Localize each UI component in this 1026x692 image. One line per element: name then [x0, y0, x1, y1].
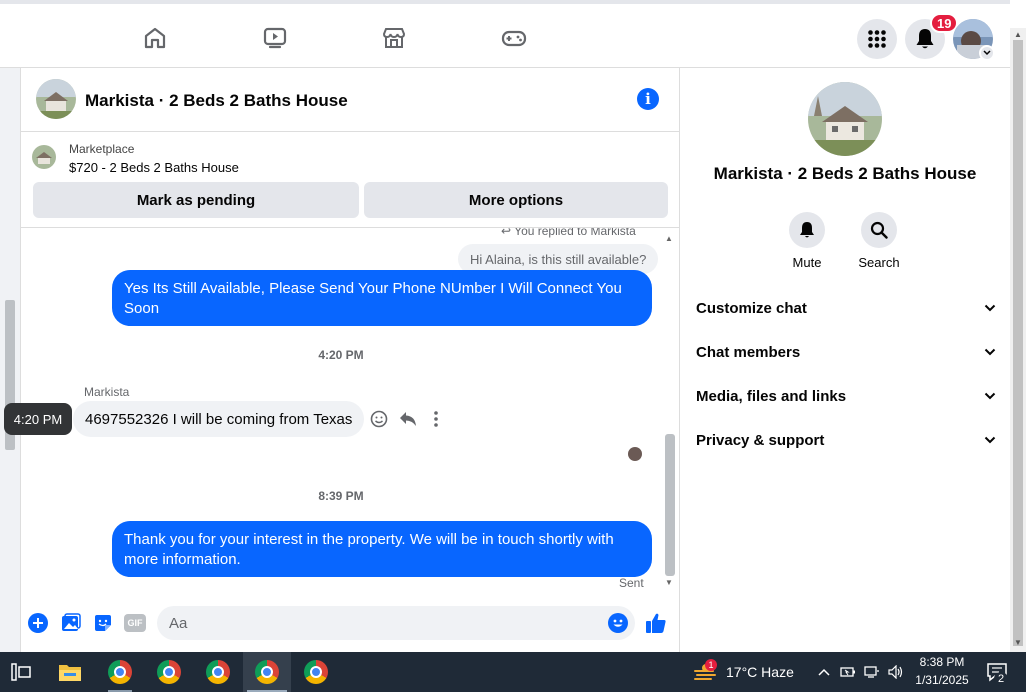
received-message[interactable]: 4697552326 I will be coming from Texas [73, 401, 365, 437]
sender-name: Markista [84, 385, 130, 399]
react-icon[interactable] [369, 409, 389, 429]
bell-icon [916, 29, 934, 49]
chat-scroll-thumb[interactable] [665, 434, 675, 576]
page-scroll-thumb[interactable] [1013, 40, 1023, 646]
scroll-up-arrow-icon[interactable]: ▲ [665, 234, 673, 243]
grid-icon [868, 30, 886, 48]
more-vertical-icon[interactable] [426, 409, 446, 429]
battery-icon[interactable] [838, 659, 858, 685]
task-view-icon[interactable] [8, 659, 34, 685]
info-icon[interactable]: i [637, 88, 659, 110]
chrome-profile-icon-3[interactable] [303, 659, 329, 685]
chrome-active-icon[interactable] [254, 659, 280, 685]
gaming-icon[interactable] [500, 24, 528, 52]
top-navigation: 19 [0, 0, 1010, 68]
replied-note-text: You replied to Markista [514, 228, 636, 238]
media-files-links-label: Media, files and links [696, 387, 847, 405]
mute-button[interactable] [789, 212, 825, 248]
chevron-up-icon[interactable] [813, 659, 835, 685]
search-action[interactable]: Search [849, 212, 909, 270]
windows-taskbar: 1 17°C Haze 8:38 PM 1/31/2025 2 [0, 652, 1026, 692]
message-list: ↩ You replied to Markista Hi Alaina, is … [21, 228, 679, 592]
account-chevron-icon[interactable] [979, 45, 995, 61]
left-sidebar-edge [0, 68, 20, 652]
plus-icon[interactable] [27, 612, 49, 634]
message-input-placeholder: Aa [169, 615, 188, 632]
browser-divider [0, 0, 1010, 4]
replied-note: ↩ You replied to Markista [501, 228, 636, 238]
listing-price-title[interactable]: $720 - 2 Beds 2 Baths House [69, 160, 239, 175]
video-icon[interactable] [261, 24, 289, 52]
chrome-icon[interactable] [107, 659, 133, 685]
notification-count: 2 [994, 672, 1008, 686]
mute-label: Mute [792, 255, 822, 270]
photo-icon[interactable] [60, 612, 82, 634]
search-label: Search [858, 255, 900, 270]
gif-icon[interactable]: GIF [123, 612, 147, 634]
sent-message-1[interactable]: Yes Its Still Available, Please Send You… [112, 270, 652, 326]
conversation-details-panel: Markista · 2 Beds 2 Baths House Mute Sea… [680, 68, 1010, 652]
chat-scrollbar[interactable]: ▲ ▼ [663, 234, 677, 590]
customize-chat-label: Customize chat [696, 299, 807, 317]
message-composer: GIF Aa [21, 602, 679, 642]
chevron-down-icon [984, 348, 996, 356]
mute-action[interactable]: Mute [777, 212, 837, 270]
chevron-down-icon [984, 436, 996, 444]
mark-as-pending-button[interactable]: Mark as pending [33, 182, 359, 218]
details-avatar[interactable] [808, 82, 882, 156]
chevron-down-icon [984, 304, 996, 312]
chrome-profile-icon[interactable] [156, 659, 182, 685]
marketplace-listing-bar: Marketplace $720 - 2 Beds 2 Baths House … [21, 132, 679, 228]
gif-label: GIF [124, 614, 146, 632]
weather-alert-badge: 1 [705, 659, 717, 671]
page-scroll-down-icon[interactable]: ▼ [1014, 638, 1022, 647]
privacy-support-label: Privacy & support [696, 431, 825, 449]
page-scroll-up-icon[interactable]: ▲ [1014, 30, 1022, 39]
scrollbar-top-corner [1010, 0, 1026, 28]
chevron-down-icon [984, 392, 996, 400]
clock-date[interactable]: 1/31/2025 [910, 673, 974, 687]
privacy-support-row[interactable]: Privacy & support [696, 425, 996, 455]
search-icon [870, 221, 888, 239]
search-button[interactable] [861, 212, 897, 248]
network-icon[interactable] [862, 659, 882, 685]
chat-members-row[interactable]: Chat members [696, 337, 996, 367]
message-input[interactable]: Aa [157, 606, 635, 640]
more-options-button[interactable]: More options [364, 182, 668, 218]
file-explorer-icon[interactable] [57, 659, 83, 685]
sticker-icon[interactable] [92, 612, 114, 634]
reply-icon[interactable] [398, 409, 418, 429]
chat-title[interactable]: Markista · 2 Beds 2 Baths House [85, 91, 348, 111]
read-receipt-avatar [628, 447, 642, 461]
timestamp-1: 4:20 PM [318, 348, 364, 362]
menu-grid-button[interactable] [857, 19, 897, 59]
chrome-profile-icon-2[interactable] [205, 659, 231, 685]
sent-message-2[interactable]: Thank you for your interest in the prope… [112, 521, 652, 577]
marketplace-icon[interactable] [380, 24, 408, 52]
bell-mute-icon [800, 222, 814, 238]
chat-members-label: Chat members [696, 343, 801, 361]
weather-text[interactable]: 17°C Haze [726, 664, 794, 680]
volume-icon[interactable] [886, 659, 906, 685]
emoji-icon[interactable] [607, 612, 629, 634]
scroll-down-arrow-icon[interactable]: ▼ [665, 578, 673, 587]
like-thumb-icon[interactable] [645, 612, 667, 634]
details-title: Markista · 2 Beds 2 Baths House [713, 164, 977, 183]
home-icon[interactable] [141, 24, 169, 52]
page-scrollbar[interactable]: ▲ ▼ [1010, 28, 1026, 652]
clock-time[interactable]: 8:38 PM [910, 655, 974, 669]
listing-thumbnail[interactable] [32, 145, 56, 169]
marketplace-label: Marketplace [69, 142, 135, 156]
timestamp-2: 8:39 PM [318, 489, 364, 503]
customize-chat-row[interactable]: Customize chat [696, 293, 996, 323]
media-files-links-row[interactable]: Media, files and links [696, 381, 996, 411]
timestamp-tooltip: 4:20 PM [4, 403, 72, 435]
chat-panel: Markista · 2 Beds 2 Baths House i Market… [20, 68, 680, 652]
chat-avatar[interactable] [36, 79, 76, 119]
sent-status: Sent [619, 576, 644, 590]
chat-header: Markista · 2 Beds 2 Baths House i [21, 68, 679, 132]
